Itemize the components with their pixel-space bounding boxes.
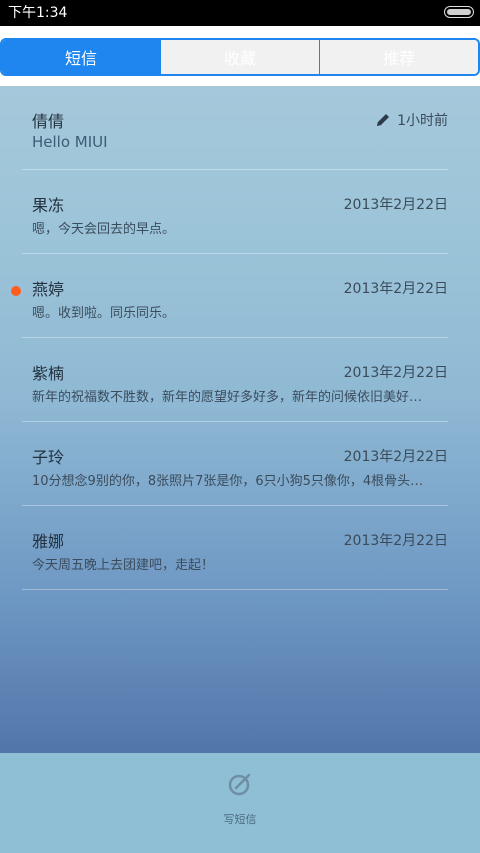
tab-recommended[interactable]: 推荐 [319, 40, 478, 74]
conversation-row[interactable]: 紫楠 新年的祝福数不胜数，新年的愿望好多好多，新年的问候依旧美好… 2013年2… [22, 338, 448, 422]
conversation-row[interactable]: 果冻 嗯，今天会回去的早点。 2013年2月22日 [22, 170, 448, 254]
message-preview: 嗯，今天会回去的早点。 [32, 222, 176, 237]
contact-name: 子玲 [32, 448, 65, 467]
compose-icon [228, 773, 251, 796]
message-preview: 10分想念9别的你，8张照片7张是你，6只小狗5只像你，4根骨头… [32, 474, 424, 489]
status-bar: 下午1:34 [0, 0, 480, 26]
message-preview: 新年的祝福数不胜数，新年的愿望好多好多，新年的问候依旧美好… [32, 390, 423, 405]
pencil-icon [377, 114, 390, 126]
message-preview: Hello MIUI [32, 133, 108, 151]
contact-name: 燕婷 [32, 280, 65, 299]
conversation-row[interactable]: 雅娜 今天周五晚上去团建吧，走起！ 2013年2月22日 [22, 506, 448, 590]
message-time: 2013年2月22日 [343, 533, 448, 549]
message-preview: 嗯。收到啦。同乐同乐。 [32, 306, 176, 321]
status-time: 下午1:34 [8, 5, 68, 21]
message-time: 2013年2月22日 [343, 449, 448, 465]
conversation-row[interactable]: 子玲 10分想念9别的你，8张照片7张是你，6只小狗5只像你，4根骨头… 201… [22, 422, 448, 506]
tab-bar: 短信 收藏 推荐 [0, 38, 480, 76]
message-time: 2013年2月22日 [343, 365, 448, 381]
tab-messages[interactable]: 短信 [2, 40, 160, 74]
bottom-bar: 写短信 [0, 753, 480, 853]
message-time: 2013年2月22日 [343, 197, 448, 213]
conversation-list: 倩倩 Hello MIUI 1小时前 果冻 嗯，今天会回去的早点。 2013年2… [0, 86, 480, 590]
contact-name: 紫楠 [32, 364, 65, 383]
message-time: 2013年2月22日 [343, 281, 448, 297]
conversation-row[interactable]: 燕婷 嗯。收到啦。同乐同乐。 2013年2月22日 [11, 254, 448, 338]
message-time: 1小时前 [397, 113, 448, 129]
battery-icon [444, 6, 474, 18]
tab-favorites[interactable]: 收藏 [160, 40, 319, 74]
message-preview: 今天周五晚上去团建吧，走起！ [32, 558, 215, 573]
unread-dot [11, 286, 21, 296]
contact-name: 倩倩 [32, 112, 65, 131]
compose-button[interactable]: 写短信 [200, 765, 280, 845]
compose-label: 写短信 [223, 813, 257, 826]
conversation-row[interactable]: 倩倩 Hello MIUI 1小时前 [22, 86, 448, 170]
messaging-app: 短信 收藏 推荐 倩倩 Hello MIUI 1小时前 果冻 嗯，今天会回去的早… [0, 26, 480, 853]
tab-header: 短信 收藏 推荐 [0, 26, 480, 86]
draft-indicator: 1小时前 [375, 110, 448, 130]
contact-name: 雅娜 [32, 532, 65, 551]
contact-name: 果冻 [32, 196, 65, 215]
